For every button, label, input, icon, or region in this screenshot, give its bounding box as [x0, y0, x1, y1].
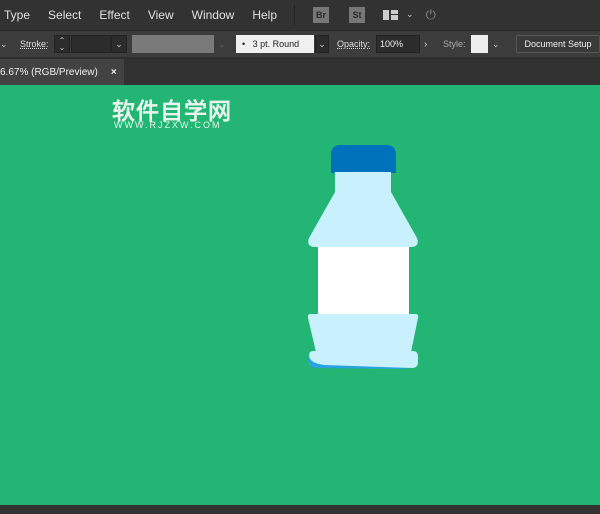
document-setup-button[interactable]: Document Setup [516, 35, 600, 53]
bottle-lower [307, 314, 419, 352]
document-tab-title: 6.67% (RGB/Preview) [0, 67, 98, 78]
menu-select[interactable]: Select [39, 8, 90, 22]
menu-effect[interactable]: Effect [90, 8, 138, 22]
close-icon[interactable]: × [111, 67, 117, 78]
stroke-label[interactable]: Stroke: [20, 35, 49, 53]
artboard-canvas[interactable]: 软件自学网 WWW.RJZXW.COM [0, 85, 600, 505]
menu-help[interactable]: Help [243, 8, 286, 22]
style-swatch[interactable] [471, 35, 488, 53]
bottle-cap [331, 145, 396, 173]
stroke-weight-stepper[interactable]: ⌃ ⌄ [54, 35, 70, 53]
stroke-weight-input[interactable] [71, 35, 111, 53]
chevron-down-icon: ⌄ [218, 38, 226, 49]
brush-label: 3 pt. Round [252, 39, 300, 49]
status-bar [0, 505, 600, 514]
watermark-url: WWW.RJZXW.COM [114, 120, 222, 130]
control-bar: ⌄ Stroke: ⌃ ⌄ ⌄ ⌄ • 3 pt. Round ⌄ Opacity… [0, 30, 600, 57]
bottle-neck [335, 172, 391, 194]
brush-dropdown[interactable]: ⌄ [315, 35, 329, 53]
divider [294, 4, 296, 25]
stock-button[interactable]: St [349, 6, 366, 23]
bottle-artwork [307, 145, 419, 369]
document-tab[interactable]: 6.67% (RGB/Preview) × [0, 59, 124, 86]
menu-window[interactable]: Window [183, 8, 244, 22]
stroke-weight-dropdown[interactable]: ⌄ [111, 35, 127, 53]
brush-definition[interactable]: • 3 pt. Round [236, 35, 314, 53]
chevron-down-icon[interactable]: ⌄ [0, 35, 8, 53]
bottle-shoulder [308, 192, 418, 247]
bridge-button[interactable]: Br [313, 6, 330, 23]
menu-view[interactable]: View [139, 8, 183, 22]
menu-type[interactable]: Type [0, 8, 39, 22]
style-label: Style: [443, 39, 466, 49]
document-tab-bar: 6.67% (RGB/Preview) × [0, 58, 600, 86]
opacity-label[interactable]: Opacity: [337, 35, 370, 53]
chevron-down-icon[interactable]: ⌄ [492, 35, 500, 53]
variable-width-profile[interactable] [132, 35, 214, 53]
opacity-input[interactable]: 100% [376, 35, 420, 53]
chevron-down-icon: ⌄ [406, 9, 414, 19]
chevron-right-icon[interactable]: › [424, 35, 427, 53]
gpu-performance-icon[interactable]: ⏻ [426, 7, 436, 23]
workspace-layout-icon[interactable]: ⌄ [383, 9, 414, 20]
menu-bar: Type Select Effect View Window Help Br S… [0, 0, 600, 29]
bottle-label [318, 247, 409, 315]
